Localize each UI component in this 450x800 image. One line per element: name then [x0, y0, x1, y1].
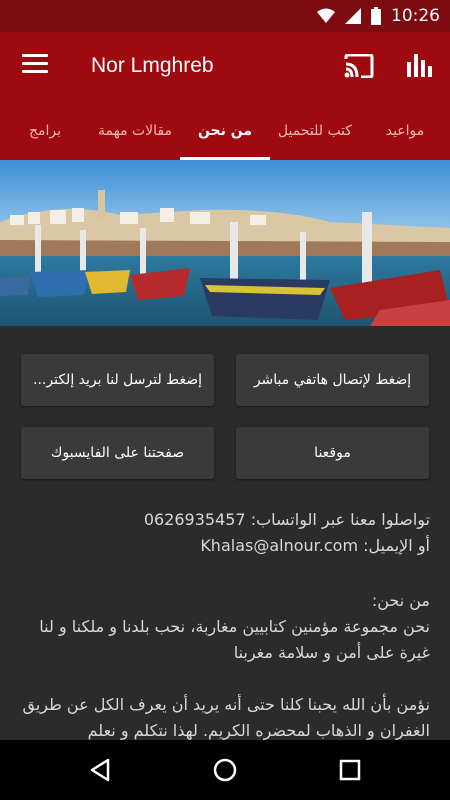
email-line: أو الإيميل: Khalas@alnour.com: [18, 533, 430, 559]
tab-programs[interactable]: برامج: [0, 102, 90, 160]
app-title: Nor Lmghreb: [91, 54, 214, 77]
email-address: Khalas@alnour.com: [200, 536, 359, 555]
about-content: إضغط لإتصال هاتفي مباشر إضغط لترسل لنا ب…: [0, 326, 450, 740]
navigation-bar: [0, 740, 450, 800]
signal-icon: [345, 8, 361, 24]
tab-appointments[interactable]: مواعيد: [360, 102, 450, 160]
tab-about-us[interactable]: من نحن: [180, 102, 270, 160]
about-heading: من نحن:: [371, 591, 430, 610]
tab-important-articles[interactable]: مقالات مهمة: [90, 102, 180, 160]
about-paragraph-2: نؤمن بأن الله يحبنا كلنا حتى أنه يريد أن…: [22, 695, 430, 740]
about-section: من نحن: نحن مجموعة مؤمنين كتابيين مغاربة…: [18, 588, 430, 740]
website-button[interactable]: موقعنا: [236, 427, 429, 479]
wifi-icon: [317, 8, 335, 24]
contact-info: تواصلوا معنا عبر الواتساب: 0626935457 أو…: [18, 507, 430, 559]
email-label: أو الإيميل:: [363, 536, 430, 555]
back-icon[interactable]: [88, 758, 112, 786]
cast-icon[interactable]: [344, 53, 374, 82]
about-paragraph-1: نحن مجموعة مؤمنين كتابيين مغاربة، نحب بل…: [39, 617, 430, 662]
stats-icon[interactable]: [406, 52, 432, 82]
whatsapp-line: تواصلوا معنا عبر الواتساب: 0626935457: [18, 507, 430, 533]
harbor-image: [0, 160, 450, 326]
tab-books-download[interactable]: كتب للتحميل: [270, 102, 360, 160]
menu-icon[interactable]: [22, 54, 48, 76]
status-time: 10:26: [391, 6, 440, 26]
tab-bar: مواعيد كتب للتحميل من نحن مقالات مهمة بر…: [0, 102, 450, 160]
email-button[interactable]: إضغط لترسل لنا بريد إلكتر...: [21, 354, 214, 406]
battery-icon: [371, 7, 381, 25]
app-bar: Nor Lmghreb: [0, 32, 450, 102]
status-bar: 10:26: [0, 0, 450, 32]
whatsapp-number: 0626935457: [143, 510, 246, 529]
home-icon[interactable]: [213, 758, 237, 786]
facebook-button[interactable]: صفحتنا على الفايسبوك: [21, 427, 214, 479]
whatsapp-label: تواصلوا معنا عبر الواتساب:: [250, 510, 430, 529]
call-button[interactable]: إضغط لإتصال هاتفي مباشر: [236, 354, 429, 406]
recents-icon[interactable]: [338, 758, 362, 786]
